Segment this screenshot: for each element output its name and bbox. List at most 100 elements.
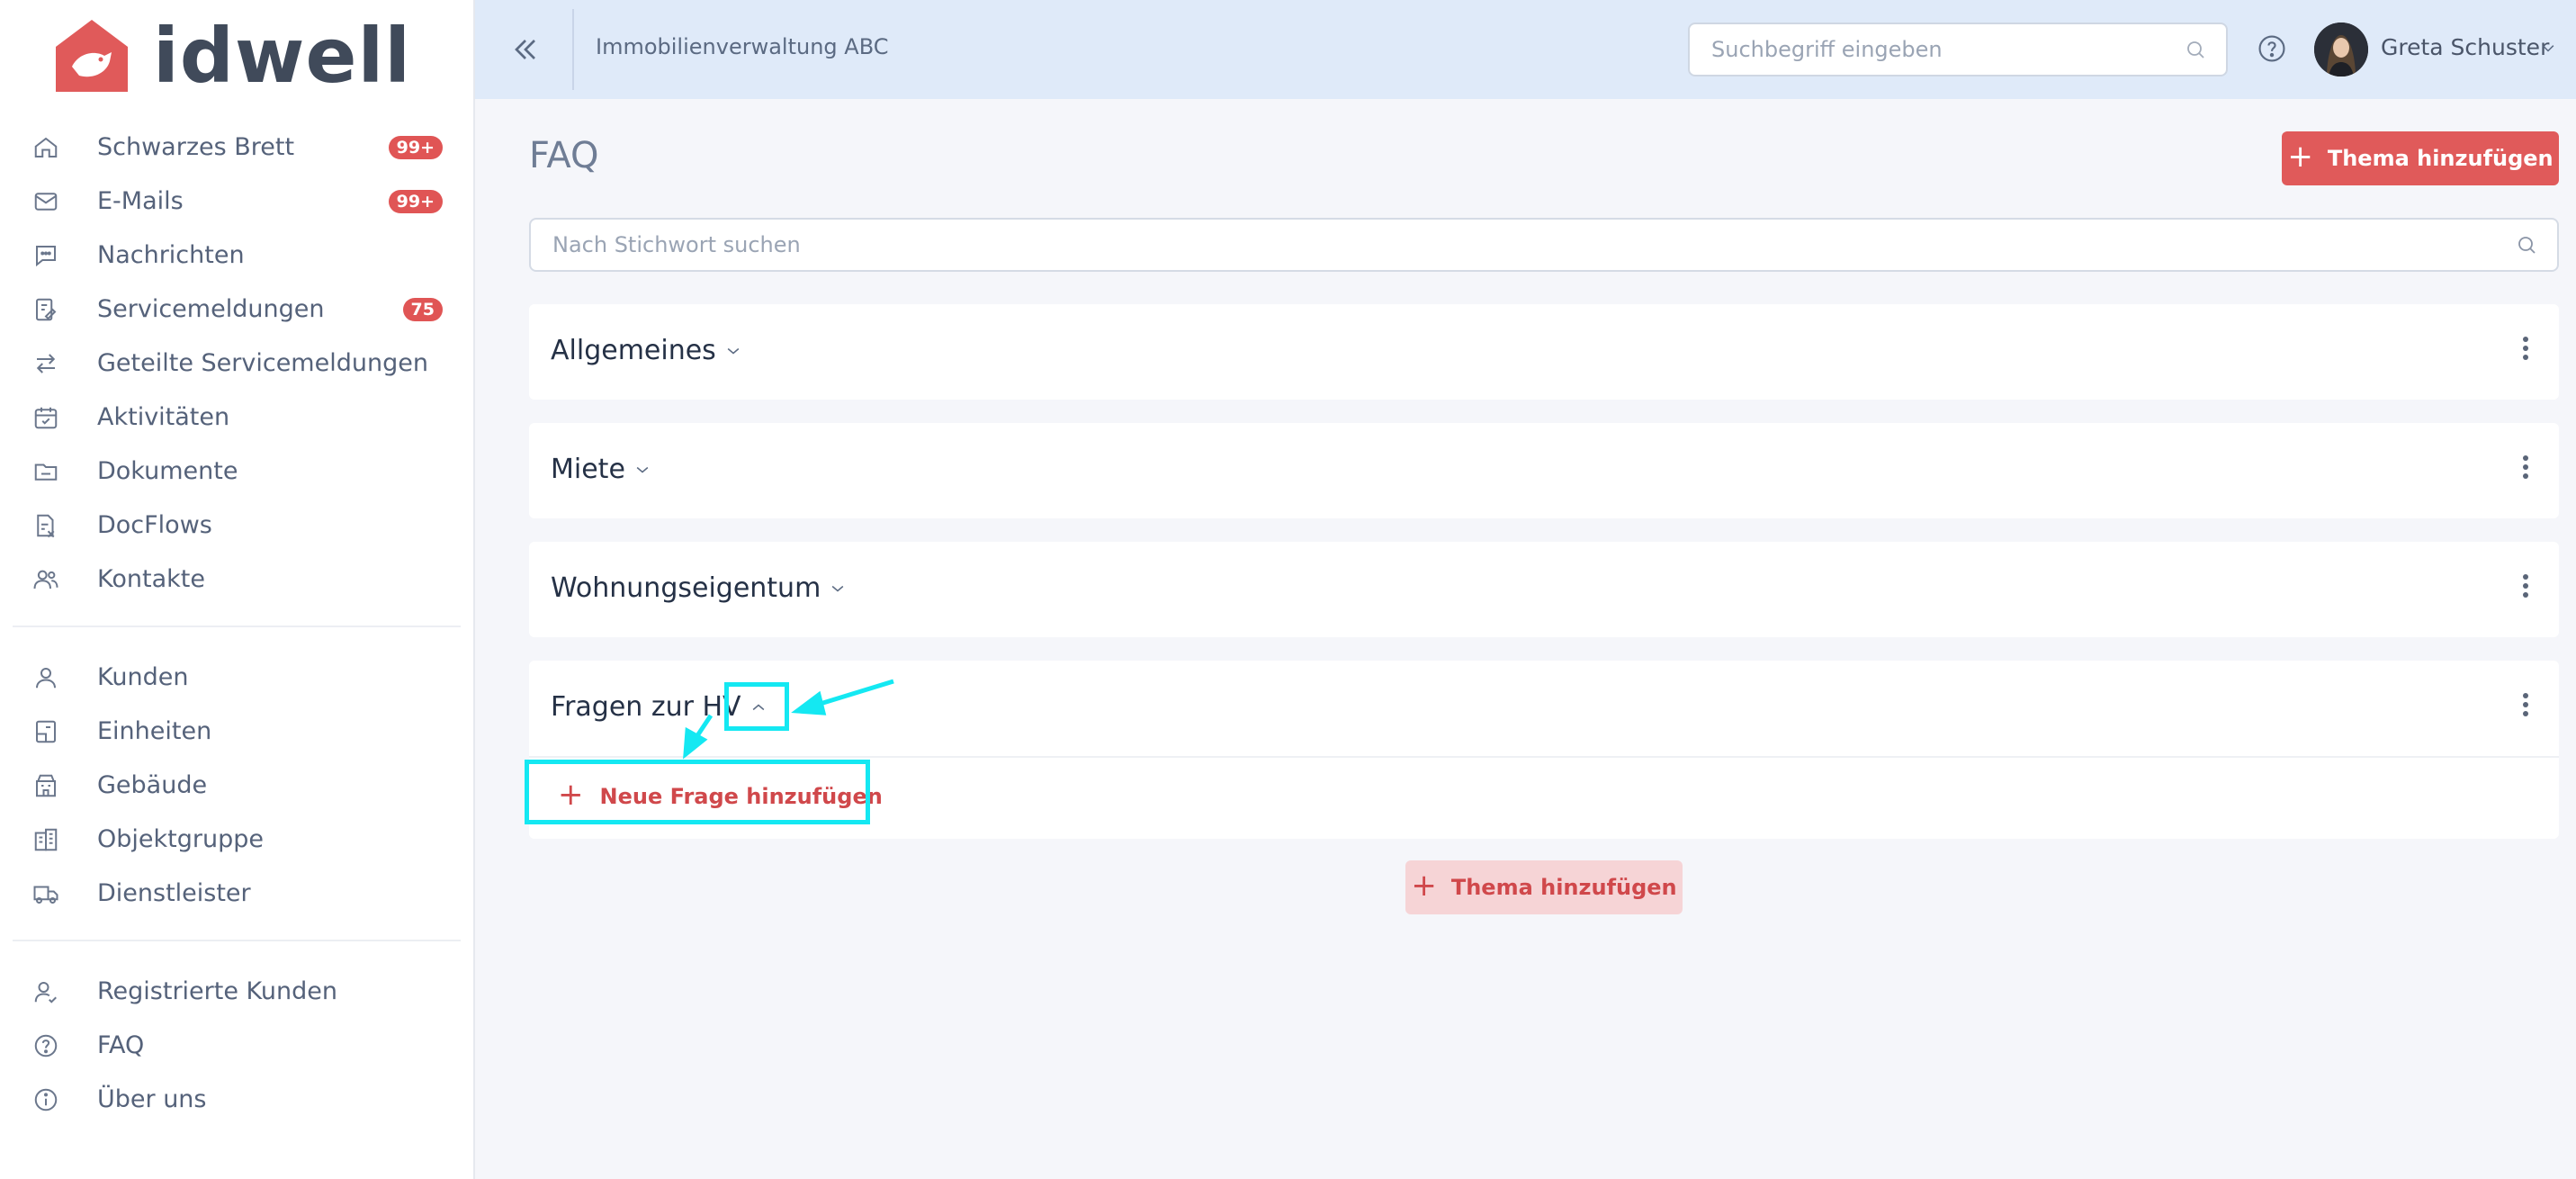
sidebar-item-label: Objektgruppe — [97, 824, 264, 853]
folder-icon — [32, 458, 59, 485]
user-icon — [32, 664, 59, 691]
plus-icon: + — [2287, 139, 2313, 175]
faq-topic-header[interactable]: Wohnungseigentum — [529, 542, 2559, 637]
sidebar-item-label: Gebäude — [97, 770, 208, 799]
swap-icon — [32, 350, 59, 377]
help-circle-icon — [2258, 35, 2285, 62]
header-divider — [572, 9, 574, 90]
sidebar-item-schwarzes-brett[interactable]: Schwarzes Brett 99+ — [0, 122, 475, 172]
sidebar-item-label: Registrierte Kunden — [97, 976, 337, 1005]
brand-logo[interactable]: idwell — [52, 13, 411, 99]
sidebar-item-label: Geteilte Servicemeldungen — [97, 348, 428, 377]
faq-topic-header[interactable]: Fragen zur HV — [529, 661, 2559, 756]
faq-topic-title: Wohnungseigentum — [551, 572, 821, 604]
sidebar-item-faq[interactable]: FAQ — [0, 1020, 475, 1070]
sidebar-item-ueber-uns[interactable]: Über uns — [0, 1074, 475, 1124]
topic-divider — [529, 756, 2559, 758]
contacts-icon — [32, 566, 59, 593]
sidebar-item-aktivitaeten[interactable]: Aktivitäten — [0, 392, 475, 442]
global-search-input[interactable] — [1690, 24, 2176, 75]
plus-icon: + — [1411, 868, 1437, 904]
search-icon[interactable] — [2516, 234, 2537, 256]
add-question-button[interactable]: + Neue Frage hinzufügen — [558, 779, 883, 810]
sidebar-item-label: Nachrichten — [97, 240, 245, 269]
sidebar-item-label: Einheiten — [97, 716, 212, 745]
sidebar-item-label: Kunden — [97, 662, 189, 691]
sidebar-item-einheiten[interactable]: Einheiten — [0, 706, 475, 756]
sidebar-item-e-mails[interactable]: E-Mails 99+ — [0, 176, 475, 226]
sidebar-item-dienstleister[interactable]: Dienstleister — [0, 868, 475, 918]
add-topic-label: Thema hinzufügen — [2327, 146, 2554, 171]
brand-name: idwell — [153, 12, 412, 100]
help-button[interactable] — [2257, 33, 2287, 64]
faq-topic-expanded: Fragen zur HV + Neue Frage hinzufügen — [529, 661, 2559, 839]
sidebar-item-label: Kontakte — [97, 564, 205, 593]
chat-icon — [32, 242, 59, 269]
sidebar-item-objektgruppe[interactable]: Objektgruppe — [0, 814, 475, 864]
faq-topic-title: Fragen zur HV — [551, 691, 741, 723]
faq-topic-title: Miete — [551, 454, 625, 485]
add-topic-button[interactable]: + Thema hinzufügen — [2282, 131, 2559, 185]
faq-search — [529, 218, 2559, 272]
sidebar: idwell Schwarzes Brett 99+ E-Mails 99+ N… — [0, 0, 475, 1179]
user-name[interactable]: Greta Schuster — [2381, 34, 2549, 60]
collapse-sidebar-button[interactable] — [507, 32, 543, 68]
add-topic-bottom-button[interactable]: + Thema hinzufügen — [1405, 860, 1683, 914]
sidebar-item-geteilte-servicemeldungen[interactable]: Geteilte Servicemeldungen — [0, 338, 475, 388]
faq-search-input[interactable] — [531, 220, 2492, 270]
sidebar-item-servicemeldungen[interactable]: Servicemeldungen 75 — [0, 284, 475, 334]
sidebar-item-kontakte[interactable]: Kontakte — [0, 554, 475, 604]
service-icon — [32, 296, 59, 323]
sidebar-item-kunden[interactable]: Kunden — [0, 652, 475, 702]
sidebar-item-gebaeude[interactable]: Gebäude — [0, 760, 475, 810]
help-circle-icon — [32, 1032, 59, 1059]
faq-topic: Wohnungseigentum — [529, 542, 2559, 637]
chevron-down-icon[interactable] — [826, 580, 849, 598]
search-icon[interactable] — [2185, 39, 2206, 60]
truck-icon — [32, 880, 59, 907]
sidebar-item-docflows[interactable]: DocFlows — [0, 500, 475, 550]
chevron-up-icon[interactable] — [747, 698, 770, 716]
unit-icon — [32, 718, 59, 745]
faq-topic-header[interactable]: Miete — [529, 423, 2559, 518]
sidebar-item-registrierte-kunden[interactable]: Registrierte Kunden — [0, 966, 475, 1016]
user-check-icon — [32, 978, 59, 1005]
calendar-check-icon — [32, 404, 59, 431]
double-chevron-left-icon — [515, 40, 535, 59]
count-badge: 99+ — [388, 136, 443, 159]
avatar-portrait-icon — [2314, 22, 2368, 76]
docflow-icon — [32, 512, 59, 539]
topic-menu-icon[interactable] — [2519, 693, 2532, 724]
sidebar-item-label: E-Mails — [97, 186, 184, 215]
chevron-down-icon[interactable] — [2537, 40, 2559, 58]
page-title: FAQ — [529, 135, 599, 176]
add-question-label: Neue Frage hinzufügen — [599, 784, 883, 809]
bird-house-logo-icon — [56, 20, 128, 92]
faq-topic-header[interactable]: Allgemeines — [529, 304, 2559, 400]
building-icon — [32, 772, 59, 799]
info-icon — [32, 1086, 59, 1113]
chevron-down-icon[interactable] — [631, 461, 654, 479]
plus-icon: + — [558, 777, 584, 813]
sidebar-item-dokumente[interactable]: Dokumente — [0, 446, 475, 496]
count-badge: 99+ — [388, 190, 443, 213]
topic-menu-icon[interactable] — [2519, 455, 2532, 486]
sidebar-item-label: Servicemeldungen — [97, 294, 325, 323]
sidebar-divider — [13, 626, 461, 627]
faq-topic: Allgemeines — [529, 304, 2559, 400]
sidebar-item-label: DocFlows — [97, 510, 212, 539]
chevron-down-icon[interactable] — [722, 342, 745, 360]
topic-menu-icon[interactable] — [2519, 574, 2532, 605]
global-search — [1688, 22, 2228, 76]
sidebar-divider — [13, 940, 461, 941]
sidebar-item-label: Aktivitäten — [97, 402, 230, 431]
sidebar-item-nachrichten[interactable]: Nachrichten — [0, 230, 475, 280]
object-group-icon — [32, 826, 59, 853]
sidebar-item-label: Schwarzes Brett — [97, 132, 295, 161]
faq-topic-title: Allgemeines — [551, 335, 716, 366]
add-topic-bottom-label: Thema hinzufügen — [1450, 875, 1677, 900]
mail-icon — [32, 188, 59, 215]
topic-menu-icon[interactable] — [2519, 337, 2532, 367]
count-badge: 75 — [402, 298, 443, 321]
user-avatar[interactable] — [2314, 22, 2368, 76]
